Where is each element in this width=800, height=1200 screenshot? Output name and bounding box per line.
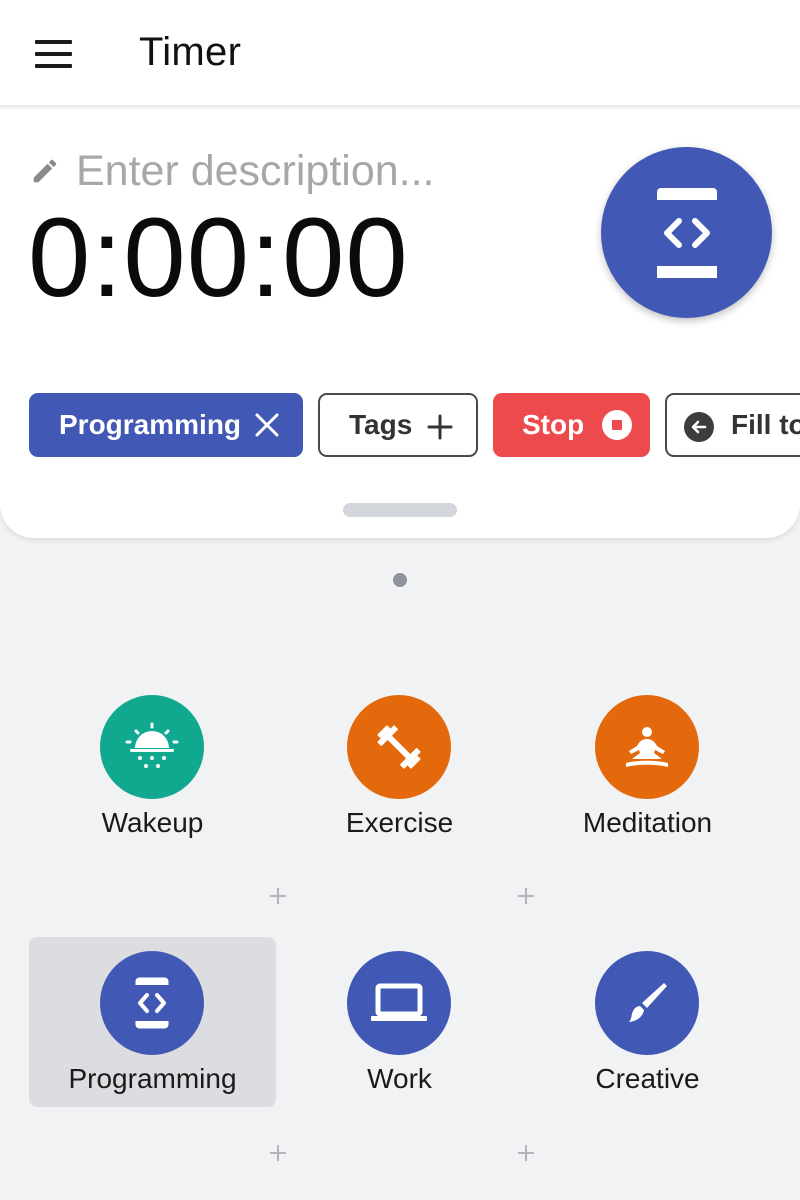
plus-icon <box>427 414 453 440</box>
activity-icon-circle <box>100 695 204 799</box>
activity-label: Work <box>367 1063 432 1094</box>
add-activity-plus-icon[interactable] <box>514 884 538 908</box>
activity-meditation[interactable]: Meditation <box>524 681 771 851</box>
sunrise-icon <box>125 722 179 768</box>
activity-icon-circle <box>595 695 699 799</box>
stop-icon <box>602 410 632 440</box>
chip-row: Programming Tags Stop Fill to <box>29 393 800 457</box>
activity-label: Exercise <box>345 807 454 838</box>
app-title: Timer <box>139 30 242 74</box>
fill-to-chip-label: Fill to <box>731 409 800 440</box>
activity-chip-label: Programming <box>59 409 242 440</box>
add-activity-plus-icon[interactable] <box>266 1141 290 1165</box>
activity-wakeup[interactable]: Wakeup <box>29 681 276 851</box>
meditation-icon <box>626 727 668 767</box>
activity-label: Programming <box>68 1063 237 1094</box>
close-icon[interactable] <box>253 411 281 439</box>
activity-icon-circle <box>595 951 699 1055</box>
timer-card: 0:00:00 Programming Tags Stop <box>0 109 800 538</box>
programming-icon <box>656 187 717 278</box>
activity-creative[interactable]: Creative <box>524 937 771 1107</box>
pencil-icon <box>33 159 57 183</box>
programming-icon <box>135 977 169 1029</box>
tags-chip[interactable]: Tags <box>318 393 478 457</box>
activity-label: Creative <box>595 1063 700 1094</box>
activity-work[interactable]: Work <box>276 937 523 1107</box>
arrow-back-icon <box>684 412 714 442</box>
laptop-icon <box>371 983 427 1021</box>
drag-handle[interactable] <box>343 503 457 517</box>
brush-icon <box>629 983 667 1022</box>
menu-icon[interactable] <box>22 28 86 80</box>
description-row <box>30 145 546 197</box>
page-indicator-dot <box>393 573 407 587</box>
activity-icon-circle <box>347 695 451 799</box>
active-activity-button[interactable] <box>601 147 772 318</box>
dumbbell-icon <box>377 725 421 769</box>
stop-chip-label: Stop <box>522 409 585 440</box>
add-activity-plus-icon[interactable] <box>266 884 290 908</box>
activity-label: Meditation <box>582 807 713 838</box>
add-activity-plus-icon[interactable] <box>514 1141 538 1165</box>
tags-chip-label: Tags <box>349 409 413 440</box>
activity-programming[interactable]: Programming <box>29 937 276 1107</box>
fill-to-chip[interactable]: Fill to <box>665 393 800 457</box>
activity-label: Wakeup <box>101 807 204 838</box>
activity-exercise[interactable]: Exercise <box>276 681 523 851</box>
stop-chip[interactable]: Stop <box>493 393 650 457</box>
app-bar: Timer <box>0 0 800 107</box>
activity-icon-circle <box>347 951 451 1055</box>
elapsed-time: 0:00:00 <box>28 195 409 320</box>
description-input[interactable] <box>76 146 546 196</box>
activity-icon-circle <box>100 951 204 1055</box>
activity-chip[interactable]: Programming <box>29 393 303 457</box>
